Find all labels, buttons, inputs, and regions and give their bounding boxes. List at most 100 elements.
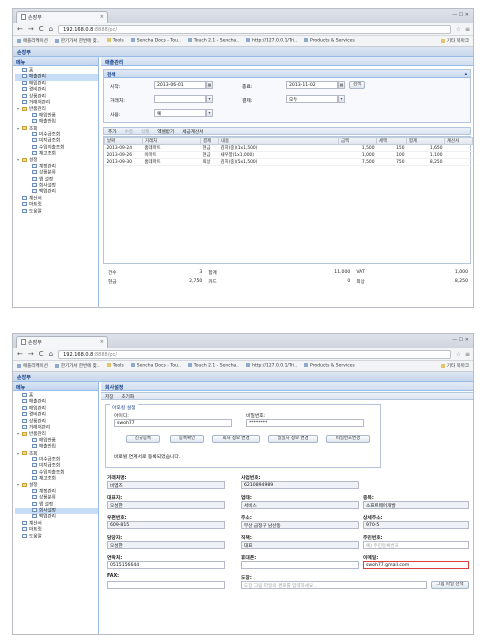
page-icon: [32, 170, 37, 175]
col-date[interactable]: 날짜: [104, 137, 143, 145]
collapse-icon[interactable]: ▴: [465, 72, 467, 77]
address-bar[interactable]: 192.168.0.8:8888/pc/: [58, 24, 451, 34]
bookmark-item[interactable]: Sencha Docs - Tou..: [131, 38, 181, 44]
item-input[interactable]: 소프트웨어개발: [363, 501, 469, 509]
table-row[interactable]: 2013-09-30 홈데마트 외상 김치(중)(5x1,500) 7,500 750 8,…: [104, 158, 473, 166]
bookmark-folder[interactable]: Tools: [107, 38, 124, 44]
biztype-input[interactable]: 서비스: [241, 501, 359, 509]
home-icon[interactable]: ⌂: [49, 25, 53, 33]
col-content[interactable]: 내용: [218, 137, 339, 145]
bookmark-item[interactable]: 애플리케이션: [17, 363, 48, 369]
bookmark-item[interactable]: Touch 2.1 - Sencha..: [188, 38, 239, 44]
bookmark-star-icon[interactable]: ☆: [456, 26, 461, 33]
col-payment[interactable]: 결제: [200, 137, 219, 145]
client-input[interactable]: [154, 95, 206, 103]
manager-input[interactable]: 오성한: [107, 541, 225, 549]
bookmark-item[interactable]: 애플리케이션: [17, 38, 48, 44]
dropdown-icon[interactable]: ▾: [206, 109, 213, 117]
col-tax[interactable]: 세액: [376, 137, 407, 145]
reload-icon[interactable]: C: [39, 25, 44, 33]
excel-download-button[interactable]: 엑셀받기: [157, 129, 174, 135]
window-controls[interactable]: — ☐ ✕: [452, 337, 469, 343]
back-icon[interactable]: ←: [17, 25, 23, 33]
address-bar[interactable]: 192.168.0.8:8888/pc/: [58, 349, 451, 359]
bookmark-item[interactable]: 한기가서 한번에 찾..: [55, 363, 100, 369]
tab-close-icon[interactable]: ×: [100, 14, 104, 20]
cell: 1,500: [338, 144, 377, 152]
bookmark-item[interactable]: 한기가서 한번에 찾..: [55, 38, 100, 44]
table-row[interactable]: 2013-09-26 이마트 현금 새우깡(1x1,000) 1,000 100 1,100: [104, 151, 473, 159]
stamp-path-input[interactable]: 도장 그림 파일의 경로를 입력하세요...: [241, 581, 427, 589]
bookmark-item[interactable]: Sencha Docs - Tou..: [131, 363, 181, 369]
browser-tab[interactable]: 손장부 ×: [16, 336, 108, 348]
address-input[interactable]: 부산 금정구 남산동: [241, 521, 359, 529]
table-row[interactable]: 2013-09-24 홈데마트 현금 김치(중)(1x1,500) 1,500 150 1,…: [104, 144, 473, 152]
bookmark-folder[interactable]: Tools: [107, 363, 124, 369]
bookmark-item[interactable]: Products & Services: [304, 38, 355, 44]
end-date-input[interactable]: 2013-11-02: [286, 81, 338, 89]
edit-button[interactable]: 수정: [124, 129, 132, 135]
position-input[interactable]: 대표: [241, 541, 359, 549]
sidebar-item-label: 조회: [29, 126, 38, 132]
other-bookmarks[interactable]: 기타 북마크: [441, 38, 469, 44]
cell: 김치(중)(5x1,500): [218, 158, 339, 166]
calendar-icon[interactable]: ▦: [338, 81, 345, 89]
bookmark-star-icon[interactable]: ☆: [456, 351, 461, 358]
email-input[interactable]: swoh77.gmail.com: [363, 561, 469, 569]
ceo-input[interactable]: 오성한: [107, 501, 225, 509]
change-password-button[interactable]: 비밀번호변경: [326, 435, 370, 443]
password-input[interactable]: ********: [246, 419, 364, 427]
email-label: 이메일:: [363, 556, 379, 561]
phone-input[interactable]: 0515156644: [107, 561, 225, 569]
change-daily-button[interactable]: 일일자 정보 변경: [268, 435, 318, 443]
bizno-input[interactable]: 6210894989: [241, 481, 359, 489]
menu-icon[interactable]: ≡: [465, 351, 470, 358]
window-controls[interactable]: — ☐ ✕: [452, 12, 469, 18]
search-button[interactable]: 검색: [349, 81, 365, 89]
url-host: 192.168.0.8: [63, 26, 94, 33]
start-date-input[interactable]: 2013-06-01: [154, 81, 206, 89]
dropdown-icon[interactable]: ▾: [206, 95, 213, 103]
menu-icon[interactable]: ≡: [465, 26, 470, 33]
page-icon: [32, 501, 37, 506]
change-company-button[interactable]: 회사 정보 변경: [212, 435, 260, 443]
fax-input[interactable]: [107, 581, 225, 589]
col-total[interactable]: 합계: [406, 137, 445, 145]
dropdown-icon[interactable]: ▾: [338, 95, 345, 103]
mobile-input[interactable]: [241, 561, 359, 569]
tab-close-icon[interactable]: ×: [100, 339, 104, 345]
add-button[interactable]: 추가: [108, 129, 116, 135]
reload-icon[interactable]: C: [39, 350, 44, 358]
sales-table: 날짜 거래처 결제 내용 금액 세액 합계 계산서 2013-09-24 홈데마트…: [104, 137, 473, 166]
zip-input[interactable]: 609-815: [107, 521, 225, 529]
reset-button[interactable]: 초기화: [121, 394, 134, 400]
other-bookmarks[interactable]: 기타 북마크: [441, 363, 469, 369]
company-name-input[interactable]: 비엠즈: [107, 481, 225, 489]
col-client[interactable]: 거래처: [142, 137, 201, 145]
select-image-button[interactable]: 그림 파일 선택: [431, 581, 469, 589]
forward-icon[interactable]: →: [28, 25, 34, 33]
sidebar-item[interactable]: 도움말: [15, 208, 98, 215]
sidebar-item[interactable]: 도움말: [15, 533, 98, 540]
forward-icon[interactable]: →: [28, 350, 34, 358]
calendar-icon[interactable]: ▦: [206, 81, 213, 89]
bookmark-item[interactable]: Touch 2.1 - Sencha..: [188, 363, 239, 369]
bookmark-item[interactable]: Products & Services: [304, 363, 355, 369]
tax-invoice-button[interactable]: 세금계산서: [182, 129, 203, 135]
dept-input[interactable]: 예) 주민등록번호: [363, 541, 469, 549]
bookmark-item[interactable]: http://127.0.0.1/Tri..: [246, 363, 297, 369]
register-button[interactable]: 신규등록: [126, 435, 160, 443]
save-button[interactable]: 저장: [105, 394, 113, 400]
col-amount[interactable]: 금액: [338, 137, 377, 145]
address-detail-input[interactable]: 970-5: [363, 521, 469, 529]
delete-button[interactable]: 삭제: [141, 129, 149, 135]
browser-tab[interactable]: 손장부 ×: [16, 11, 108, 23]
payment-select[interactable]: 모두: [286, 95, 338, 103]
id-input[interactable]: swoh77: [114, 419, 232, 427]
col-invoice[interactable]: 계산서: [444, 137, 473, 145]
back-icon[interactable]: ←: [17, 350, 23, 358]
confirm-button[interactable]: 등록확인: [170, 435, 204, 443]
use-select[interactable]: 예: [154, 109, 206, 117]
bookmark-item[interactable]: http://127.0.0.1/Tri..: [246, 38, 297, 44]
home-icon[interactable]: ⌂: [49, 350, 53, 358]
